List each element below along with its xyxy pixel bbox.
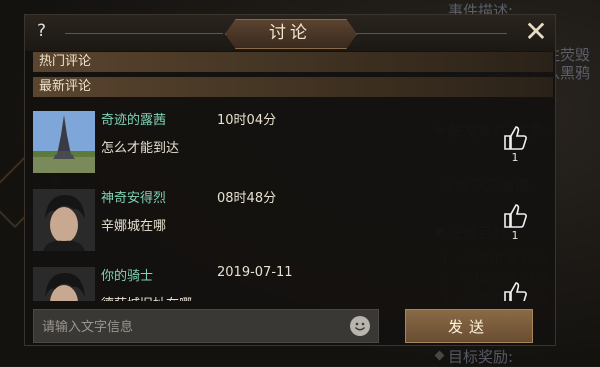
comment-time: 10时04分 [217,113,277,128]
like-count: 1 [511,151,519,164]
comment-row: 奇迹的露茜 10时04分 怎么才能到达 1 [33,101,549,179]
comment-text: 怎么才能到达 [101,141,180,156]
comment-text: 辛娜城在哪 [101,219,167,234]
tab-hot-comments[interactable]: 热门评论 [33,52,553,72]
like-count: 1 [511,229,519,242]
comment-text: 德萨城旧址在哪 [101,293,192,301]
thumbs-up-icon[interactable] [503,281,527,301]
close-icon[interactable]: ✕ [521,18,551,48]
title-divider [65,33,223,34]
comment-username[interactable]: 奇迹的露茜 [101,109,166,128]
title-divider [357,33,507,34]
bullet-icon [434,350,445,361]
message-input[interactable] [34,310,334,344]
discussion-dialog: 讨论 ? ✕ 热门评论 最新评论 奇迹的露茜 10时04分 怎么才能到达 1 神… [24,14,556,346]
comment-row: 神奇安得烈 08时48分 辛娜城在哪 1 [33,179,549,257]
send-button[interactable]: 发送 [405,309,533,343]
comment-row: 你的骑士 2019-07-11 德萨城旧址在哪 [33,257,549,301]
comment-username[interactable]: 你的骑士 [101,265,153,284]
thumbs-up-icon[interactable] [503,125,527,151]
background-text: 目标奖励: [448,348,514,366]
comment-time: 08时48分 [217,191,277,206]
title-bar: 讨论 ? ✕ [25,15,555,51]
avatar [33,189,95,251]
tab-latest-comments[interactable]: 最新评论 [33,77,553,97]
thumbs-up-icon[interactable] [503,203,527,229]
avatar [33,111,95,173]
comment-list[interactable]: 奇迹的露茜 10时04分 怎么才能到达 1 神奇安得烈 08时48分 辛娜城在哪 [33,101,549,301]
emoji-icon[interactable] [350,316,370,336]
dialog-title: 讨论 [269,23,311,43]
comment-username[interactable]: 神奇安得烈 [101,187,166,206]
avatar [33,267,95,301]
help-icon[interactable]: ? [37,21,57,43]
message-input-box[interactable] [33,309,379,344]
comment-time: 2019-07-11 [217,265,293,280]
